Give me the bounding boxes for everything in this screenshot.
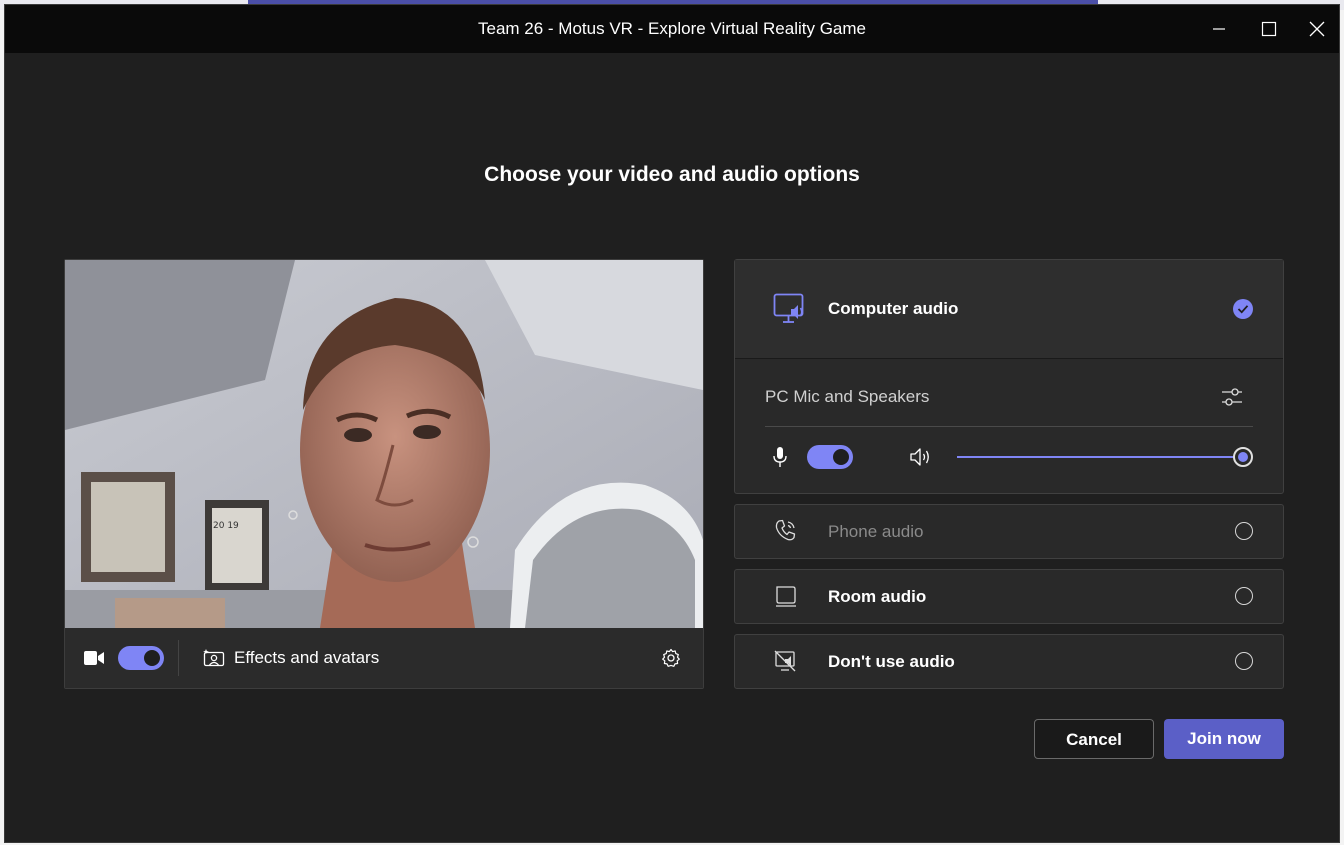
window-title: Team 26 - Motus VR - Explore Virtual Rea…: [478, 19, 866, 38]
no-audio-option[interactable]: Don't use audio: [734, 634, 1284, 689]
video-controls-bar: Effects and avatars: [65, 628, 703, 688]
no-audio-label: Don't use audio: [828, 652, 955, 671]
speaker-icon: [910, 448, 929, 466]
join-dialog-window: Team 26 - Motus VR - Explore Virtual Rea…: [4, 4, 1340, 843]
poster-text: 20 19: [213, 521, 239, 531]
room-audio-radio[interactable]: [1235, 587, 1253, 605]
close-icon: [1309, 21, 1325, 37]
selected-check-icon: [1233, 299, 1253, 319]
divider: [765, 426, 1253, 427]
camera-preview: 20 19: [65, 260, 703, 628]
camera-toggle[interactable]: [118, 646, 164, 670]
computer-audio-label: Computer audio: [828, 299, 959, 318]
phone-audio-label: Phone audio: [828, 522, 924, 541]
settings-gear-icon[interactable]: [661, 648, 681, 668]
volume-slider-thumb[interactable]: [1233, 447, 1253, 467]
camera-feed-image: 20 19: [65, 260, 703, 628]
title-bar: Team 26 - Motus VR - Explore Virtual Rea…: [5, 5, 1339, 53]
no-audio-icon: [774, 650, 796, 672]
maximize-button[interactable]: [1245, 5, 1293, 53]
join-now-button[interactable]: Join now: [1164, 719, 1284, 759]
maximize-icon: [1261, 21, 1277, 37]
room-audio-option[interactable]: Room audio: [734, 569, 1284, 624]
no-audio-radio[interactable]: [1235, 652, 1253, 670]
effects-icon: [203, 649, 225, 667]
microphone-icon: [773, 447, 787, 467]
divider: [178, 640, 179, 676]
device-settings-sliders-icon[interactable]: [1221, 386, 1243, 408]
room-audio-label: Room audio: [828, 587, 927, 606]
computer-audio-option[interactable]: Computer audio: [735, 260, 1283, 359]
effects-and-avatars-button[interactable]: Effects and avatars: [234, 628, 379, 688]
phone-audio-option[interactable]: Phone audio: [734, 504, 1284, 559]
close-button[interactable]: [1293, 5, 1339, 53]
volume-slider-track[interactable]: [957, 456, 1243, 458]
microphone-toggle[interactable]: [807, 445, 853, 469]
page-title: Choose your video and audio options: [484, 163, 860, 186]
minimize-icon: [1213, 28, 1225, 30]
computer-audio-icon: [773, 293, 804, 323]
cancel-button[interactable]: Cancel: [1034, 719, 1154, 759]
computer-audio-card: Computer audio PC Mic and Speakers: [734, 259, 1284, 494]
minimize-button[interactable]: [1195, 5, 1243, 53]
room-device-icon: [776, 586, 796, 607]
phone-audio-radio[interactable]: [1235, 522, 1253, 540]
video-preview-panel: 20 19 Effects and avatars: [64, 259, 704, 689]
audio-device-name: PC Mic and Speakers: [765, 387, 930, 406]
phone-icon: [775, 519, 796, 541]
camera-icon: [84, 651, 104, 665]
